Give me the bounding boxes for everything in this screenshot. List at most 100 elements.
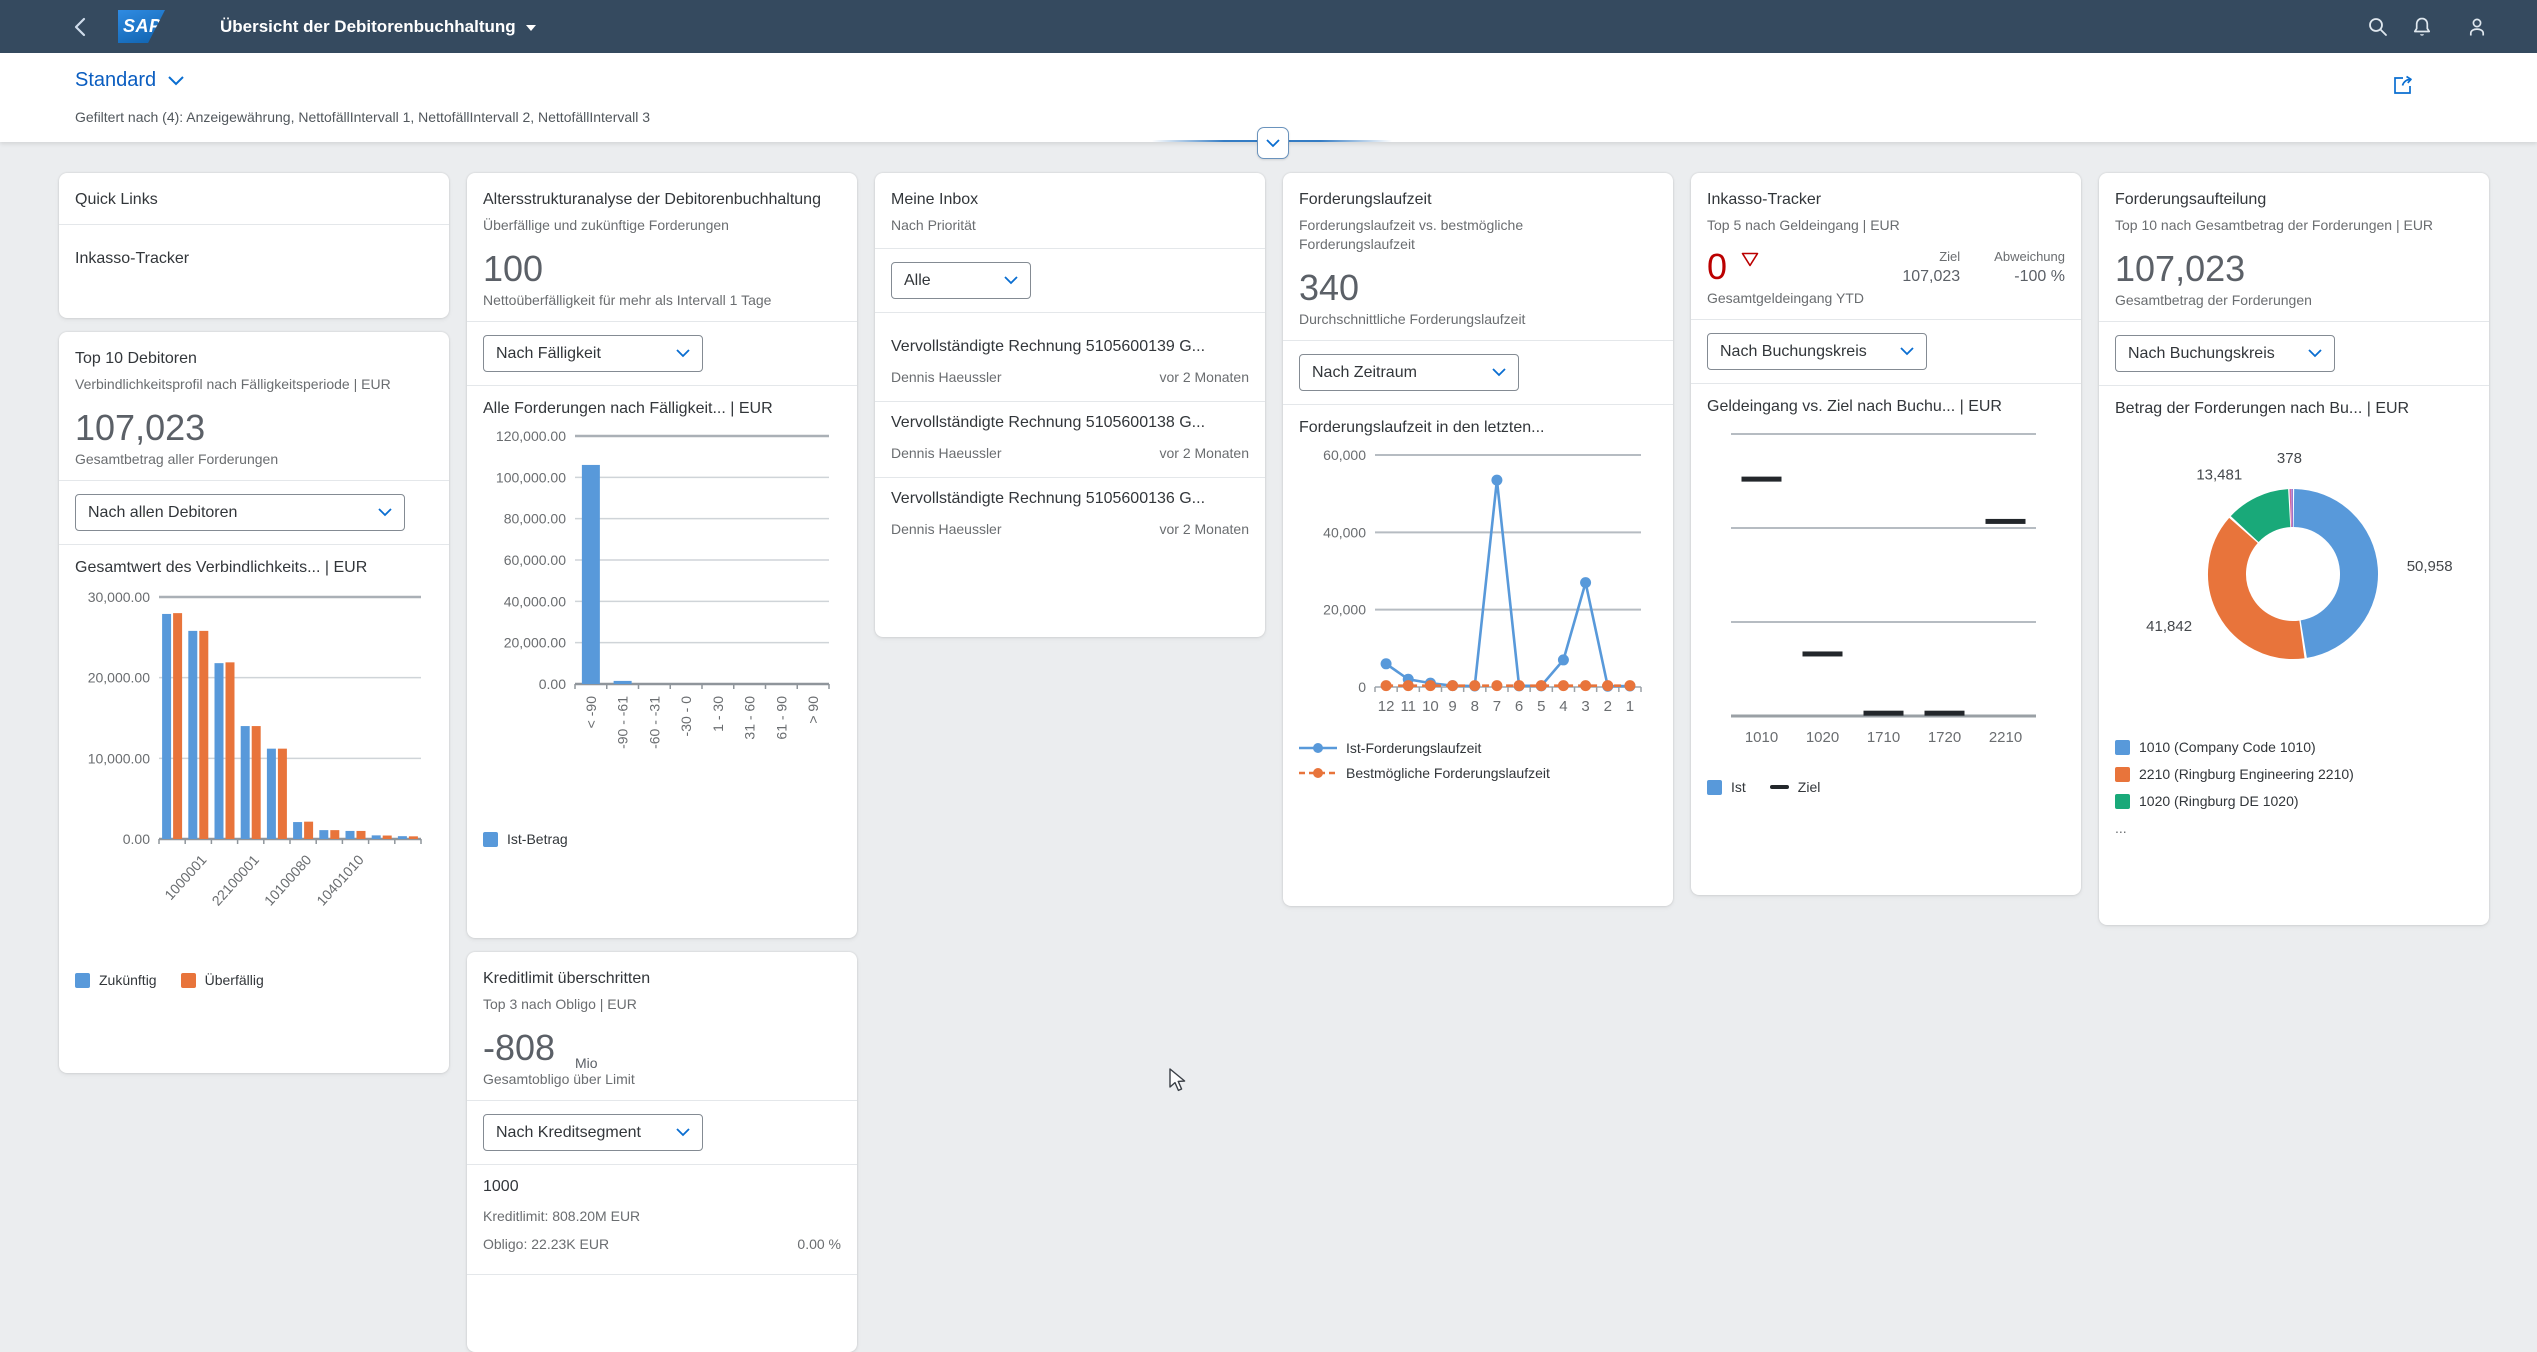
legend-item: Ist — [1707, 779, 1746, 795]
chart-title: Alle Forderungen nach Fälligkeit... | EU… — [483, 400, 841, 418]
svg-text:0.00: 0.00 — [123, 831, 150, 847]
legend-item: 1020 (Ringburg DE 1020) — [2115, 793, 2299, 809]
inbox-task-item[interactable]: Vervollständigte Rechnung 5105600138 G..… — [891, 402, 1249, 477]
kpi-label: Gesamtobligo über Limit Mio — [483, 1071, 841, 1087]
legend-label: Ist-Forderungslaufzeit — [1346, 740, 1481, 756]
dimension-dropdown[interactable]: Nach allen Debitoren — [75, 494, 405, 531]
card-title: Kreditlimit überschritten — [483, 968, 841, 990]
card-top-10-debitoren: Top 10 Debitoren Verbindlichkeitsprofil … — [59, 332, 449, 1073]
chart-legend: Zukünftig Überfällig — [75, 972, 433, 988]
card-title: Forderungsaufteilung — [2115, 189, 2473, 211]
svg-text:7: 7 — [1493, 698, 1501, 715]
quick-link-inkasso-tracker[interactable]: Inkasso-Tracker — [75, 238, 433, 272]
line-chart[interactable]: 60,00040,00020,0000121110987654321 — [1299, 441, 1657, 731]
task-sender: Dennis Haeussler — [891, 445, 1002, 461]
legend-swatch — [2115, 767, 2130, 782]
priority-dropdown[interactable]: Alle — [891, 262, 1031, 299]
legend-line-marker — [1299, 767, 1337, 779]
chevron-down-icon — [1900, 347, 1914, 356]
divider — [875, 248, 1265, 249]
kpi-label: Gesamtgeldeingang YTD — [1707, 290, 2065, 306]
dimension-dropdown[interactable]: Nach Kreditsegment — [483, 1114, 703, 1151]
credit-segment-item[interactable]: 1000 Kreditlimit: 808.20M EUR Obligo: 22… — [483, 1178, 841, 1252]
chart-title: Gesamtwert des Verbindlichkeits... | EUR — [75, 559, 433, 577]
card-title: Top 10 Debitoren — [75, 348, 433, 370]
variant-selector[interactable]: Standard — [75, 69, 184, 92]
task-age: vor 2 Monaten — [1160, 445, 1250, 461]
dropdown-value: Alle — [904, 272, 931, 290]
sap-logo[interactable]: SAP — [118, 10, 165, 43]
task-title: Vervollständigte Rechnung 5105600139 G..… — [891, 338, 1249, 356]
legend-swatch — [2115, 794, 2130, 809]
kpi-unit: Mio — [575, 1055, 598, 1071]
svg-text:< -90: < -90 — [583, 696, 599, 729]
period-dropdown[interactable]: Nach Zeitraum — [1299, 354, 1519, 391]
svg-text:50,958: 50,958 — [2407, 558, 2453, 575]
expand-header-button[interactable] — [1257, 127, 1289, 159]
svg-text:1710: 1710 — [1867, 729, 1900, 746]
svg-text:40,000.00: 40,000.00 — [504, 593, 566, 609]
svg-text:1 - 30: 1 - 30 — [710, 696, 726, 732]
divider — [59, 480, 449, 481]
bullet-chart[interactable]: 10101020171017202210 — [1707, 420, 2065, 770]
svg-text:13,481: 13,481 — [2196, 466, 2242, 483]
trend-down-icon — [1741, 252, 1759, 267]
kpi-value: -808 — [483, 1028, 841, 1068]
chart-title: Geldeingang vs. Ziel nach Buchu... | EUR — [1707, 398, 2065, 416]
legend-item: Ist-Betrag — [483, 831, 568, 847]
back-icon[interactable] — [66, 14, 94, 40]
svg-text:2210: 2210 — [1989, 729, 2022, 746]
kpi-label-text: Gesamtobligo über Limit — [483, 1071, 635, 1087]
bar-chart[interactable]: 120,000.00100,000.0080,000.0060,000.0040… — [483, 422, 841, 822]
svg-text:-90 - -61: -90 - -61 — [615, 696, 631, 749]
task-title: Vervollständigte Rechnung 5105600138 G..… — [891, 414, 1249, 432]
sap-logo-text: SAP — [123, 16, 162, 37]
company-code-dropdown[interactable]: Nach Buchungskreis — [1707, 333, 1927, 370]
svg-text:1010: 1010 — [1745, 729, 1778, 746]
kpi-value: 340 — [1299, 268, 1657, 308]
legend-label: Ziel — [1798, 779, 1821, 795]
svg-text:2: 2 — [1604, 698, 1612, 715]
shell-header: SAP Übersicht der Debitorenbuchhaltung — [0, 0, 2537, 53]
user-profile-icon[interactable] — [2463, 13, 2491, 41]
app-title-menu[interactable]: Übersicht der Debitorenbuchhaltung — [220, 0, 536, 53]
svg-text:4: 4 — [1559, 698, 1567, 715]
notifications-bell-icon[interactable] — [2408, 13, 2436, 41]
divider — [467, 1164, 857, 1165]
legend-item: 2210 (Ringburg Engineering 2210) — [2115, 766, 2354, 782]
company-code-dropdown[interactable]: Nach Buchungskreis — [2115, 335, 2335, 372]
dimension-dropdown[interactable]: Nach Fälligkeit — [483, 335, 703, 372]
card-subtitle: Nach Priorität — [891, 216, 1223, 235]
grouped-bar-chart[interactable]: 30,000.0020,000.0010,000.000.00100000122… — [75, 581, 433, 963]
svg-text:9: 9 — [1448, 698, 1456, 715]
legend-more[interactable]: ... — [2115, 820, 2127, 836]
legend-label: Überfällig — [205, 972, 264, 988]
legend-label: Bestmögliche Forderungslaufzeit — [1346, 765, 1550, 781]
legend-item: 1010 (Company Code 1010) — [2115, 739, 2316, 755]
legend-swatch — [75, 973, 90, 988]
dropdown-value: Nach Fälligkeit — [496, 345, 601, 363]
card-subtitle: Top 3 nach Obligo | EUR — [483, 995, 815, 1014]
kpi-value: 100 — [483, 249, 841, 289]
svg-text:60,000: 60,000 — [1323, 447, 1366, 463]
svg-text:20,000: 20,000 — [1323, 602, 1366, 618]
chart-legend: Ist Ziel — [1707, 779, 2065, 795]
svg-text:40,000: 40,000 — [1323, 524, 1366, 540]
inbox-task-item[interactable]: Vervollständigte Rechnung 5105600139 G..… — [891, 326, 1249, 401]
svg-text:31 - 60: 31 - 60 — [742, 696, 758, 740]
segment-id: 1000 — [483, 1178, 841, 1196]
share-icon[interactable] — [2389, 71, 2417, 99]
search-icon[interactable] — [2364, 13, 2392, 41]
divider — [59, 544, 449, 545]
kpi-label: Nettoüberfälligkeit für mehr als Interva… — [483, 292, 841, 308]
svg-text:5: 5 — [1537, 698, 1545, 715]
donut-chart[interactable]: 50,95841,84213,481378 — [2115, 422, 2473, 732]
chart-legend: Ist-Betrag — [483, 831, 841, 847]
task-sender: Dennis Haeussler — [891, 521, 1002, 537]
legend-item: Zukünftig — [75, 972, 157, 988]
app-title: Übersicht der Debitorenbuchhaltung — [220, 17, 516, 37]
svg-text:1720: 1720 — [1928, 729, 1961, 746]
card-title: Inkasso-Tracker — [1707, 189, 2065, 211]
inbox-task-item[interactable]: Vervollständigte Rechnung 5105600136 G..… — [891, 478, 1249, 553]
ar-overview-page: { "palette":{"blue":"#5899da","orange":"… — [0, 0, 2537, 1335]
